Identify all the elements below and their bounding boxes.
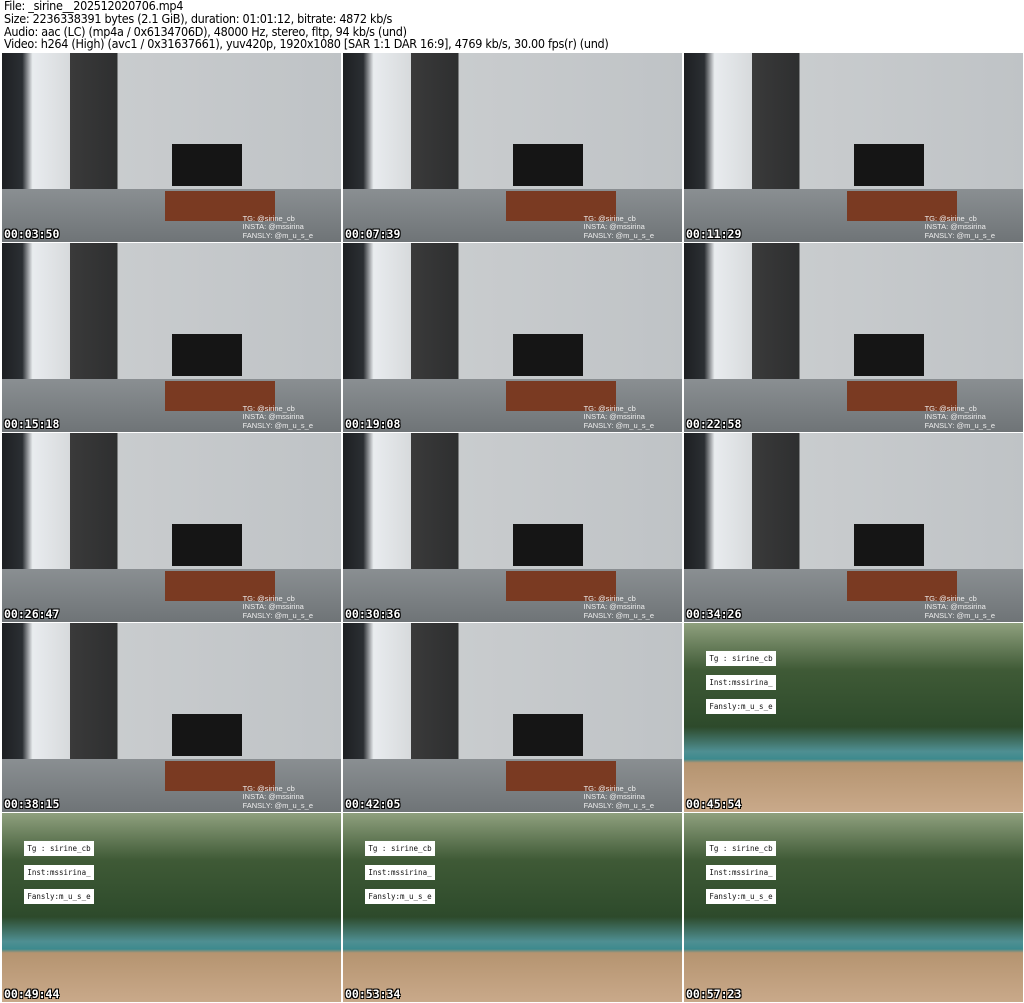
tv-shape	[512, 713, 583, 756]
video-thumbnail: TG: @sirine_cb INSTA: @mssirina FANSLY: @m…	[343, 623, 682, 812]
tv-shape	[512, 523, 583, 566]
timestamp: 00:38:15	[4, 797, 60, 811]
watermark-box: Tg : sirine_cb	[706, 651, 776, 666]
watermark-box: Inst:mssirina_	[24, 865, 94, 880]
video-thumbnail: TG: @sirine_cb INSTA: @mssirina FANSLY: @m…	[343, 53, 682, 242]
timestamp: 00:11:29	[686, 227, 742, 241]
watermark-line: FANSLY: @m_u_s_e	[583, 230, 654, 240]
watermark-box: Tg : sirine_cb	[706, 841, 776, 856]
watermark-line: FANSLY: @m_u_s_e	[242, 420, 313, 430]
tv-shape	[853, 143, 924, 186]
file-info-header: File: _sirine__202512020706.mp4 Size: 22…	[4, 0, 609, 52]
timestamp: 00:03:50	[4, 227, 60, 241]
watermark-text: TG: @sirine_cb INSTA: @mssirina FANSLY: @m…	[924, 594, 995, 621]
tv-shape	[171, 333, 242, 376]
tv-shape	[853, 333, 924, 376]
video-thumbnail: TG: @sirine_cb INSTA: @mssirina FANSLY: @m…	[684, 243, 1023, 432]
watermark-box: Fansly:m_u_s_e	[365, 889, 435, 904]
watermark-box: Tg : sirine_cb	[24, 841, 94, 856]
watermark-box: Fansly:m_u_s_e	[706, 699, 776, 714]
video-thumbnail: Tg : sirine_cb Inst:mssirina_ Fansly:m_u_s…	[684, 813, 1023, 1002]
tv-shape	[171, 143, 242, 186]
watermark-text: TG: @sirine_cb INSTA: @mssirina FANSLY: @m…	[583, 594, 654, 621]
timestamp: 00:49:44	[4, 987, 60, 1001]
tv-shape	[853, 523, 924, 566]
tv-shape	[512, 333, 583, 376]
video-thumbnail: TG: @sirine_cb INSTA: @mssirina FANSLY: @m…	[343, 433, 682, 622]
watermark-box: Inst:mssirina_	[706, 675, 776, 690]
timestamp: 00:07:39	[345, 227, 401, 241]
video-thumbnail: TG: @sirine_cb INSTA: @mssirina FANSLY: @m…	[2, 433, 341, 622]
watermark-boxes: Tg : sirine_cb Inst:mssirina_ Fansly:m_u_s…	[365, 841, 435, 913]
watermark-line: FANSLY: @m_u_s_e	[242, 610, 313, 620]
watermark-text: TG: @sirine_cb INSTA: @mssirina FANSLY: @m…	[242, 594, 313, 621]
video-thumbnail: Tg : sirine_cb Inst:mssirina_ Fansly:m_u_s…	[2, 813, 341, 1002]
video-thumbnail: TG: @sirine_cb INSTA: @mssirina FANSLY: @m…	[2, 243, 341, 432]
watermark-text: TG: @sirine_cb INSTA: @mssirina FANSLY: @m…	[242, 784, 313, 811]
timestamp: 00:26:47	[4, 607, 60, 621]
watermark-line: FANSLY: @m_u_s_e	[242, 230, 313, 240]
watermark-text: TG: @sirine_cb INSTA: @mssirina FANSLY: @m…	[924, 404, 995, 431]
tv-shape	[171, 713, 242, 756]
video-thumbnail: TG: @sirine_cb INSTA: @mssirina FANSLY: @m…	[684, 433, 1023, 622]
timestamp: 00:45:54	[686, 797, 742, 811]
timestamp: 00:30:36	[345, 607, 401, 621]
watermark-boxes: Tg : sirine_cb Inst:mssirina_ Fansly:m_u_s…	[24, 841, 94, 913]
timestamp: 00:42:05	[345, 797, 401, 811]
watermark-box: Tg : sirine_cb	[365, 841, 435, 856]
video-thumbnail: Tg : sirine_cb Inst:mssirina_ Fansly:m_u_s…	[343, 813, 682, 1002]
timestamp: 00:22:58	[686, 417, 742, 431]
timestamp: 00:34:26	[686, 607, 742, 621]
watermark-text: TG: @sirine_cb INSTA: @mssirina FANSLY: @m…	[242, 214, 313, 241]
watermark-text: TG: @sirine_cb INSTA: @mssirina FANSLY: @m…	[583, 404, 654, 431]
watermark-line: FANSLY: @m_u_s_e	[924, 610, 995, 620]
watermark-text: TG: @sirine_cb INSTA: @mssirina FANSLY: @m…	[583, 784, 654, 811]
video-thumbnail: TG: @sirine_cb INSTA: @mssirina FANSLY: @m…	[343, 243, 682, 432]
timestamp: 00:19:08	[345, 417, 401, 431]
watermark-text: TG: @sirine_cb INSTA: @mssirina FANSLY: @m…	[583, 214, 654, 241]
watermark-box: Inst:mssirina_	[706, 865, 776, 880]
watermark-box: Fansly:m_u_s_e	[706, 889, 776, 904]
watermark-text: TG: @sirine_cb INSTA: @mssirina FANSLY: @m…	[924, 214, 995, 241]
watermark-line: FANSLY: @m_u_s_e	[924, 230, 995, 240]
watermark-line: FANSLY: @m_u_s_e	[583, 420, 654, 430]
timestamp: 00:57:23	[686, 987, 742, 1001]
watermark-line: FANSLY: @m_u_s_e	[242, 800, 313, 810]
video-thumbnail: TG: @sirine_cb INSTA: @mssirina FANSLY: @m…	[2, 53, 341, 242]
video-info: Video: h264 (High) (avc1 / 0x31637661), …	[4, 36, 609, 52]
watermark-box: Fansly:m_u_s_e	[24, 889, 94, 904]
watermark-boxes: Tg : sirine_cb Inst:mssirina_ Fansly:m_u_s…	[706, 841, 776, 913]
watermark-line: FANSLY: @m_u_s_e	[583, 610, 654, 620]
timestamp: 00:53:34	[345, 987, 401, 1001]
video-thumbnail: TG: @sirine_cb INSTA: @mssirina FANSLY: @m…	[684, 53, 1023, 242]
tv-shape	[512, 143, 583, 186]
tv-shape	[171, 523, 242, 566]
watermark-line: FANSLY: @m_u_s_e	[583, 800, 654, 810]
watermark-line: FANSLY: @m_u_s_e	[924, 420, 995, 430]
timestamp: 00:15:18	[4, 417, 60, 431]
thumbnail-grid: TG: @sirine_cb INSTA: @mssirina FANSLY: @m…	[2, 53, 1023, 1002]
video-thumbnail: TG: @sirine_cb INSTA: @mssirina FANSLY: @m…	[2, 623, 341, 812]
watermark-boxes: Tg : sirine_cb Inst:mssirina_ Fansly:m_u_s…	[706, 651, 776, 723]
video-thumbnail: Tg : sirine_cb Inst:mssirina_ Fansly:m_u_s…	[684, 623, 1023, 812]
watermark-text: TG: @sirine_cb INSTA: @mssirina FANSLY: @m…	[242, 404, 313, 431]
watermark-box: Inst:mssirina_	[365, 865, 435, 880]
